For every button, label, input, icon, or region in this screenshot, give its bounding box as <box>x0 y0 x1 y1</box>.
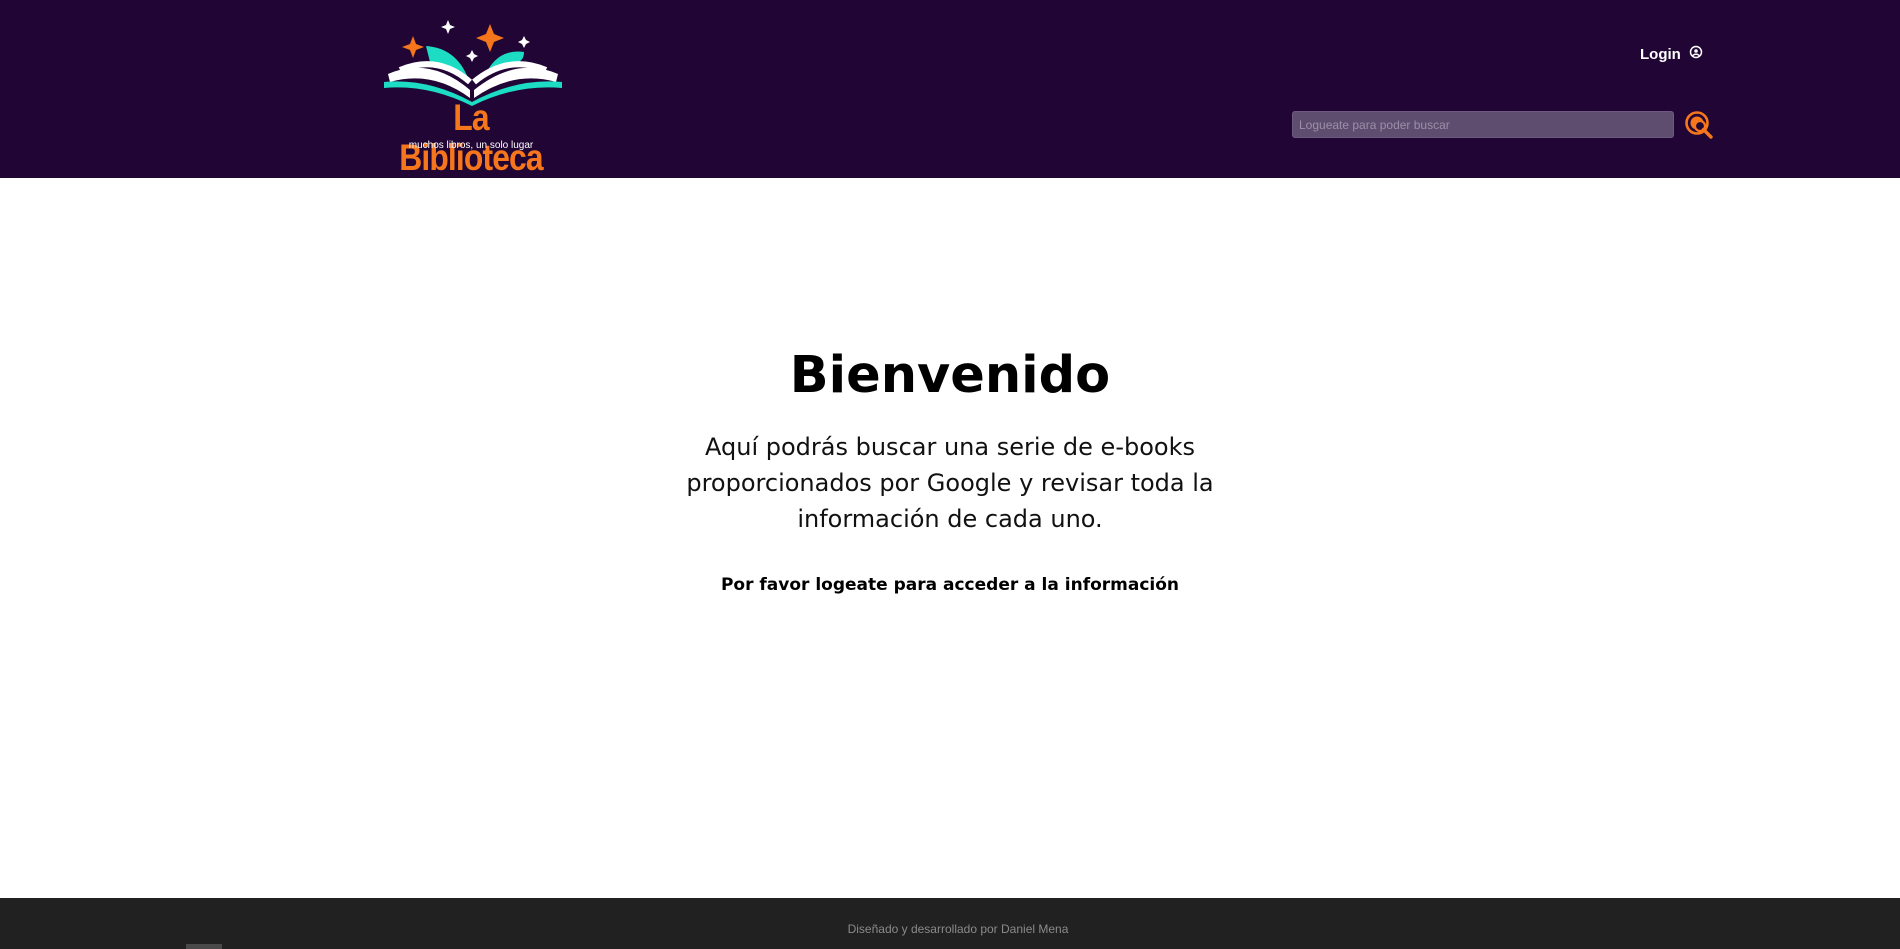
logo-tagline: muchos libros, un solo lugar <box>408 140 534 151</box>
site-header: La Biblioteca muchos libros, un solo lug… <box>0 0 1900 178</box>
footer-tab <box>186 944 222 949</box>
logo-title: La Biblioteca <box>399 97 543 178</box>
login-link[interactable]: Login <box>1640 42 1703 66</box>
login-label: Login <box>1640 45 1681 63</box>
open-book-icon <box>384 20 562 106</box>
site-logo[interactable]: La Biblioteca muchos libros, un solo lug… <box>378 16 568 178</box>
footer-credit: Diseñado y desarrollado por Daniel Mena <box>847 922 1069 936</box>
user-circle-icon <box>1689 45 1703 64</box>
search-button[interactable] <box>1684 110 1714 140</box>
login-notice: Por favor logeate para acceder a la info… <box>720 575 1180 595</box>
page-title: Bienvenido <box>789 346 1111 405</box>
site-footer: Diseñado y desarrollado por Daniel Mena <box>0 898 1900 949</box>
search-input[interactable] <box>1292 111 1674 138</box>
main-content: Bienvenido Aquí podrás buscar una serie … <box>0 178 1900 898</box>
search-icon <box>1685 111 1713 139</box>
welcome-description: Aquí podrás buscar una serie de e-books … <box>686 433 1214 533</box>
